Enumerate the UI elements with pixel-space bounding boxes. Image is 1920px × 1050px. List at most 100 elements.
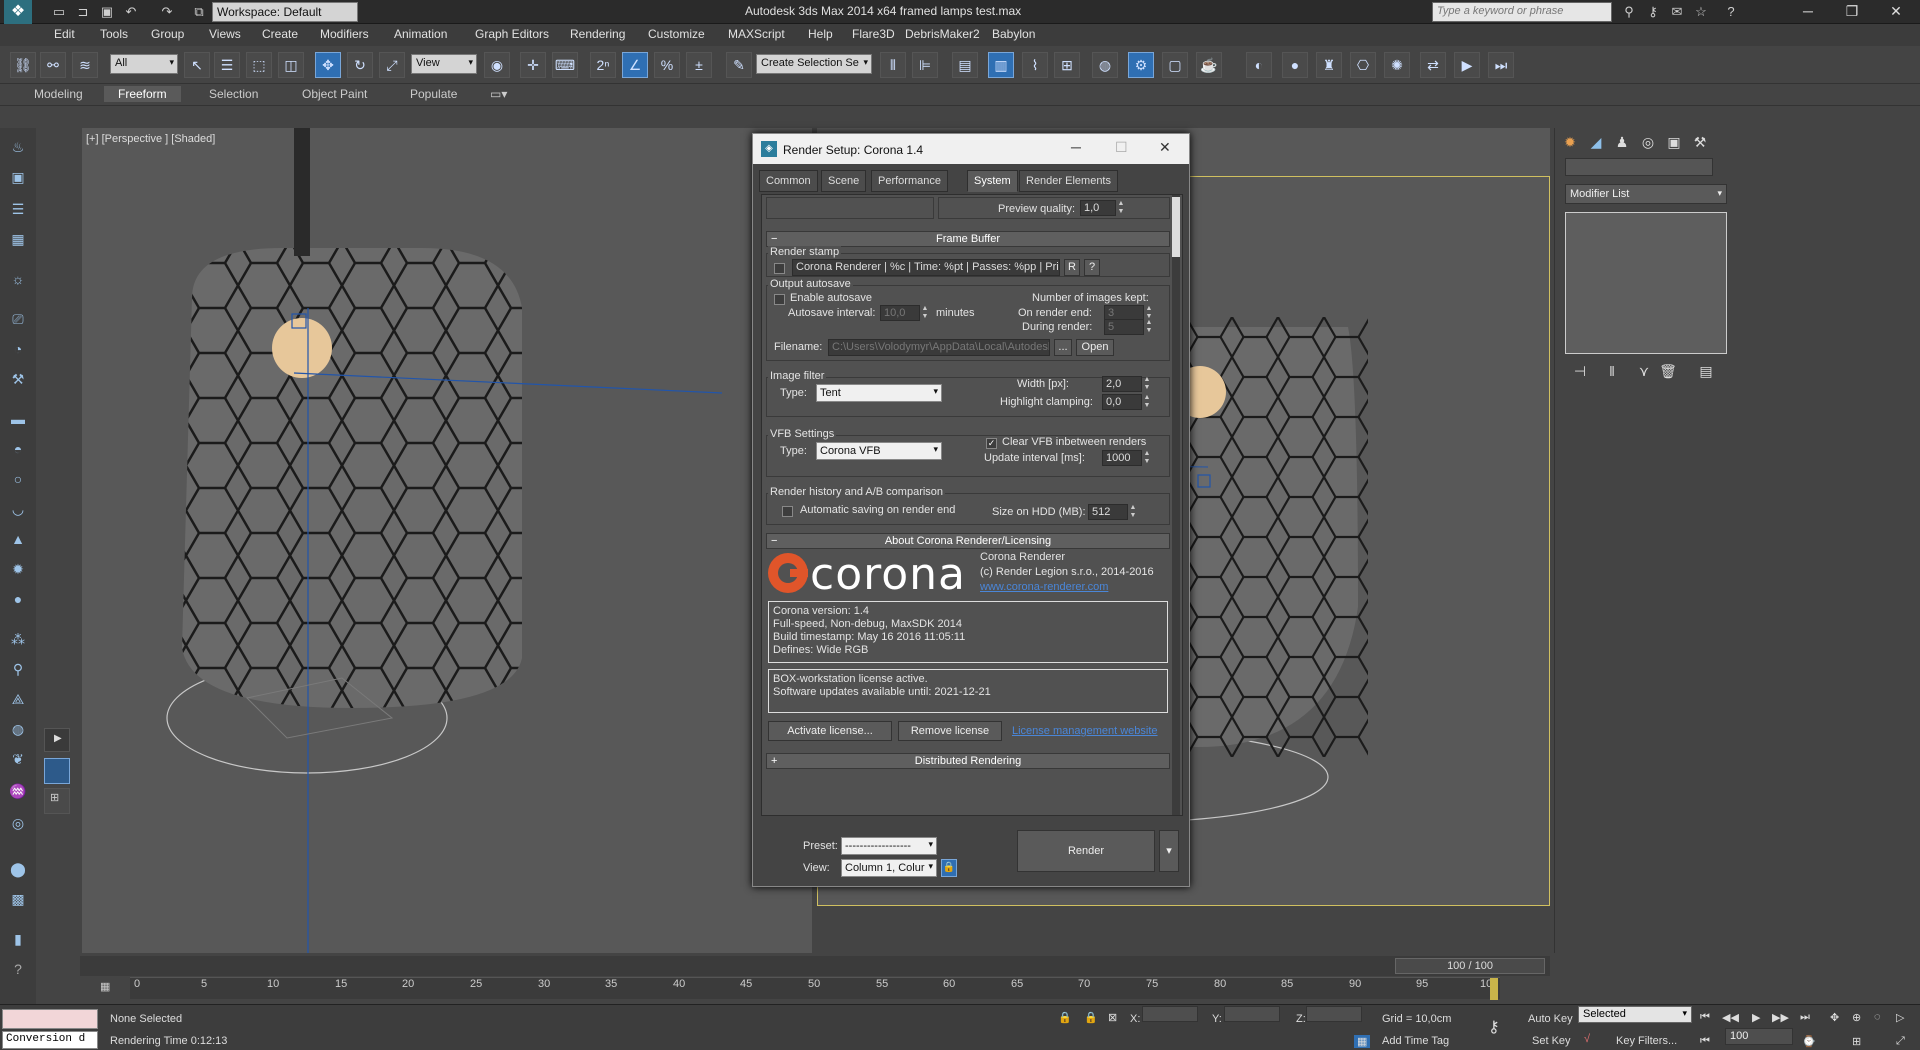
render-stamp-help-button[interactable]: ?	[1084, 259, 1100, 276]
hierarchy-tab-icon[interactable]: ♟	[1611, 131, 1633, 153]
rendered-frame-window-icon[interactable]: ▢	[1162, 52, 1188, 78]
corona-vfb-icon[interactable]: ▶	[1454, 52, 1480, 78]
maxscript-listener-field[interactable]	[2, 1009, 98, 1029]
menu-flare3d[interactable]: Flare3D	[852, 27, 895, 41]
menu-animation[interactable]: Animation	[394, 27, 447, 41]
corona-toolbar-icon[interactable]: ◐	[1246, 52, 1272, 78]
help-icon[interactable]: ?	[1722, 3, 1740, 21]
auto-saving-checkbox[interactable]	[782, 506, 793, 517]
menu-babylon[interactable]: Babylon	[992, 27, 1035, 41]
open-file-icon[interactable]: ⊐	[74, 3, 92, 21]
orbit-icon[interactable]: ◌	[1874, 1011, 1881, 1023]
app-logo-icon[interactable]: ❖	[4, 0, 32, 24]
undo-icon[interactable]: ↶	[122, 3, 140, 21]
vfb-type-dropdown[interactable]: Corona VFB ▾	[816, 442, 942, 460]
help-circle-icon[interactable]: ?	[7, 958, 29, 980]
set-key-button[interactable]: Set Key	[1532, 1035, 1571, 1047]
preset-dropdown[interactable]: ------------------ ▾	[841, 837, 937, 855]
render-production-icon[interactable]: ☕	[1196, 52, 1222, 78]
menu-debrismaker2[interactable]: DebrisMaker2	[905, 27, 980, 41]
tab-performance[interactable]: Performance	[871, 170, 948, 192]
key-filters-button[interactable]: Key Filters...	[1616, 1035, 1677, 1047]
bind-spacewarp-icon[interactable]: ≋	[72, 52, 98, 78]
tab-render-elements[interactable]: Render Elements	[1019, 170, 1118, 192]
save-file-icon[interactable]: ▣	[98, 3, 116, 21]
timeline-icon[interactable]: ▦	[100, 980, 120, 996]
dialog-minimize-button[interactable]: ─	[1071, 139, 1081, 155]
spinner-arrows-icon[interactable]: ▲ ▼	[1142, 450, 1152, 466]
favorites-star-icon[interactable]: ☆	[1692, 3, 1710, 21]
clear-vfb-checkbox[interactable]: ✓	[986, 438, 997, 449]
edit-named-selection-icon[interactable]: ✎	[726, 52, 752, 78]
pivot-center-icon[interactable]: ◉	[484, 52, 510, 78]
window-crossing-icon[interactable]: ◫	[278, 52, 304, 78]
maxscript-mini-listener[interactable]: Conversion d	[2, 1031, 98, 1049]
menu-views[interactable]: Views	[209, 27, 241, 41]
scale-icon[interactable]: ⤢	[379, 52, 405, 78]
go-to-start-icon[interactable]: ⏮	[1700, 1011, 1710, 1024]
snap-toggle-icon[interactable]: 2ⁿ	[590, 52, 616, 78]
isolate-icon[interactable]: 🔒	[1084, 1011, 1098, 1024]
walk-through-icon[interactable]: ⊞	[1852, 1035, 1861, 1048]
cone-icon[interactable]: ▲	[7, 528, 29, 550]
sphere-icon[interactable]: ●	[7, 588, 29, 610]
absolute-mode-icon[interactable]: ⊠	[1108, 1011, 1117, 1024]
material-editor-icon[interactable]: ◍	[1092, 52, 1118, 78]
play-icon[interactable]: ▶	[1752, 1011, 1760, 1024]
tab-scene[interactable]: Scene	[821, 170, 867, 192]
menu-maxscript[interactable]: MAXScript	[728, 27, 785, 41]
communication-icon[interactable]: ✉	[1668, 3, 1686, 21]
quad-viewport-icon[interactable]: ⊞	[44, 788, 70, 814]
ribbon-tab-freeform[interactable]: Freeform	[104, 86, 181, 102]
filter-type-dropdown[interactable]: Tent ▾	[816, 384, 942, 402]
grid-icon[interactable]: ▦	[7, 228, 29, 250]
link-icon[interactable]: ⛓	[10, 52, 36, 78]
remove-modifier-icon[interactable]: 🗑	[1657, 360, 1679, 382]
new-file-icon[interactable]: ▭	[50, 3, 68, 21]
z-coord-field[interactable]	[1306, 1006, 1362, 1022]
time-slider-track[interactable]	[80, 956, 1550, 976]
lock-view-icon[interactable]: 🔒	[941, 859, 957, 877]
spinner-arrows-icon[interactable]: ▲ ▼	[1142, 394, 1152, 410]
ribbon-tab-populate[interactable]: Populate	[410, 87, 457, 101]
plant-icon[interactable]: ❦	[7, 748, 29, 770]
next-frame-icon[interactable]: ▶▶	[1772, 1011, 1789, 1024]
percent-snap-icon[interactable]: %	[654, 52, 680, 78]
layer-manager-icon[interactable]: ▤	[952, 52, 978, 78]
dialog-title-bar[interactable]: ◈ Render Setup: Corona 1.4 ─ ☐ ✕	[753, 134, 1189, 164]
tab-common[interactable]: Common	[759, 170, 818, 192]
menu-customize[interactable]: Customize	[648, 27, 705, 41]
rotate-icon[interactable]: ↻	[347, 52, 373, 78]
spinner-arrows-icon[interactable]: ▲ ▼	[1144, 319, 1154, 335]
project-folder-icon[interactable]: ⧉	[190, 3, 208, 21]
render-stamp-field[interactable]: Corona Renderer | %c | Time: %pt | Passe…	[792, 259, 1060, 276]
open-button[interactable]: Open	[1076, 339, 1114, 356]
set-key-curve-icon[interactable]: √	[1584, 1033, 1590, 1045]
spinner-arrows-icon[interactable]: ▲ ▼	[920, 305, 930, 321]
keyboard-shortcut-icon[interactable]: ⌨	[552, 52, 578, 78]
x-coord-field[interactable]	[1142, 1006, 1198, 1022]
pin-stack-icon[interactable]: ⊣	[1569, 360, 1591, 382]
menu-group[interactable]: Group	[151, 27, 184, 41]
bones-icon[interactable]: ⚲	[7, 658, 29, 680]
spinner-arrows-icon[interactable]: ▲ ▼	[1128, 504, 1138, 520]
view-dropdown[interactable]: Column 1, Colur ▾	[841, 859, 937, 877]
scrollbar-thumb[interactable]	[1172, 197, 1180, 257]
light-bulb-icon[interactable]: ☼	[7, 268, 29, 290]
plane-icon[interactable]: ▬	[7, 408, 29, 430]
corona-camera-icon[interactable]: ⎔	[1350, 52, 1376, 78]
remove-license-button[interactable]: Remove license	[898, 721, 1002, 741]
box-icon[interactable]: ▮	[7, 928, 29, 950]
shapes-icon[interactable]: ⟁	[7, 688, 29, 710]
filename-field[interactable]: C:\Users\Volodymyr\AppData\Local\Autodes…	[828, 339, 1050, 356]
close-button[interactable]: ✕	[1874, 0, 1918, 24]
spinner-arrows-icon[interactable]: ▲ ▼	[1116, 200, 1126, 216]
perspective-viewport[interactable]	[82, 128, 812, 953]
activate-license-button[interactable]: Activate license...	[768, 721, 892, 741]
particles-icon[interactable]: ⁂	[7, 628, 29, 650]
make-unique-icon[interactable]: ⋎	[1633, 360, 1655, 382]
rect-selection-icon[interactable]: ⬚	[246, 52, 272, 78]
workspace-dropdown[interactable]: Workspace: Default	[212, 2, 358, 22]
time-tag-icon[interactable]: ▦	[1354, 1035, 1371, 1048]
render-frame-icon[interactable]: ▣	[7, 166, 29, 188]
